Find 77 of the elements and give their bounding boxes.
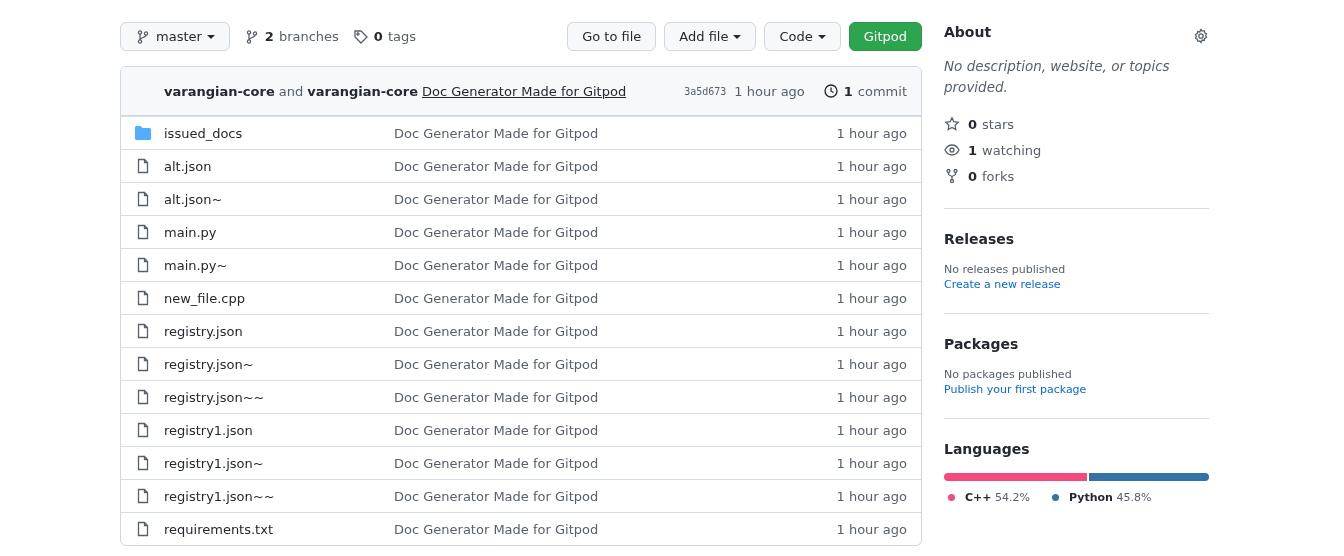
eye-icon [944, 142, 960, 158]
file-name-link[interactable]: alt.json [164, 158, 212, 174]
section-title: Releases [944, 231, 1016, 247]
file-name-link[interactable]: main.py [164, 224, 217, 240]
button[interactable]: Go to file [567, 22, 657, 51]
commit-time: 1 hour ago [734, 83, 805, 99]
dropdown-button[interactable]: Code [764, 22, 841, 51]
settings-icon [1193, 28, 1209, 44]
file-time: 1 hour ago [836, 125, 907, 141]
branch-icon [135, 28, 151, 45]
author-name: varangian-core [307, 83, 418, 99]
file-time: 1 hour ago [836, 521, 907, 537]
section-title: Packages [944, 336, 1020, 352]
commit-message-link[interactable]: Doc Generator Made for Gitpod [394, 455, 599, 471]
file-name-link[interactable]: registry.json~~ [164, 389, 265, 405]
file-name-link[interactable]: registry.json [164, 323, 243, 339]
commit-message-link[interactable]: Doc Generator Made for Gitpod [394, 422, 599, 438]
commit-message-link[interactable]: Doc Generator Made for Gitpod [394, 257, 599, 273]
stat-link[interactable]: 0 forks [968, 168, 1015, 184]
tag-icon [352, 28, 369, 45]
commit-message-link[interactable]: Doc Generator Made for Gitpod [394, 125, 599, 141]
commit-message-link[interactable]: Doc Generator Made for Gitpod [394, 290, 599, 306]
language-label: C++ 54.2% [965, 491, 1030, 504]
joiner-text: and [278, 83, 304, 99]
dropdown-button[interactable]: Add file [664, 22, 757, 51]
commit-message-link[interactable]: Doc Generator Made for Gitpod [394, 191, 599, 207]
file-time: 1 hour ago [836, 257, 907, 273]
caret-icon [733, 34, 742, 39]
file-time: 1 hour ago [836, 323, 907, 339]
file-name-link[interactable]: requirements.txt [164, 521, 273, 537]
commit-message-link[interactable]: Doc Generator Made for Gitpod [394, 488, 599, 504]
history-icon [822, 83, 839, 99]
folder-icon [134, 126, 151, 140]
commits-link[interactable]: 1 commit [822, 83, 907, 99]
file-time: 1 hour ago [836, 422, 907, 438]
tags-link[interactable]: 0 tags [352, 28, 416, 45]
language-label: Python 45.8% [1068, 491, 1152, 504]
commit-message-link[interactable]: Doc Generator Made for Gitpod [394, 389, 599, 405]
file-time: 1 hour ago [836, 191, 907, 207]
commit-message-link[interactable]: Doc Generator Made for Gitpod [421, 83, 627, 99]
stat-link[interactable]: 1 watching [968, 142, 1042, 158]
commit-message-link[interactable]: Doc Generator Made for Gitpod [394, 356, 599, 372]
caret-icon [817, 34, 826, 39]
caret-icon [206, 34, 215, 39]
commit-message-link[interactable]: Doc Generator Made for Gitpod [394, 158, 599, 174]
section-title: About [944, 24, 992, 40]
commit-message-link[interactable]: Doc Generator Made for Gitpod [394, 323, 599, 339]
file-time: 1 hour ago [836, 389, 907, 405]
author-name: varangian-core [164, 83, 275, 99]
commit-message-link[interactable]: Doc Generator Made for Gitpod [394, 224, 599, 240]
commit-sha: 3a5d673 [684, 85, 727, 97]
fork-icon [944, 168, 960, 184]
file-time: 1 hour ago [836, 356, 907, 372]
file-name-link[interactable]: registry1.json [164, 422, 253, 438]
empty-note: No packages published [944, 368, 1073, 381]
file-name-link[interactable]: registry1.json~ [164, 455, 264, 471]
section-title: Languages [944, 441, 1031, 457]
about-description: No description, website, or topics provided. [944, 57, 1171, 97]
branches-link[interactable]: 2 branches [243, 28, 339, 45]
file-time: 1 hour ago [836, 158, 907, 174]
file-time: 1 hour ago [836, 488, 907, 504]
file-time: 1 hour ago [836, 224, 907, 240]
stat-link[interactable]: 0 stars [968, 116, 1014, 132]
branch-select[interactable]: master [120, 22, 230, 51]
file-name-link[interactable]: issued_docs [164, 125, 243, 141]
commit-message-link[interactable]: Doc Generator Made for Gitpod [394, 521, 599, 537]
create-link[interactable]: Publish your first package [944, 383, 1209, 396]
file-name-link[interactable]: new_file.cpp [164, 290, 245, 306]
file-time: 1 hour ago [836, 290, 907, 306]
star-icon [944, 116, 960, 132]
file-name-link[interactable]: registry1.json~~ [164, 488, 275, 504]
file-name-link[interactable]: registry.json~ [164, 356, 254, 372]
file-name-link[interactable]: main.py~ [164, 257, 228, 273]
empty-note: No releases published [944, 263, 1067, 276]
create-link[interactable]: Create a new release [944, 278, 1209, 291]
file-time: 1 hour ago [836, 455, 907, 471]
file-name-link[interactable]: alt.json~ [164, 191, 223, 207]
